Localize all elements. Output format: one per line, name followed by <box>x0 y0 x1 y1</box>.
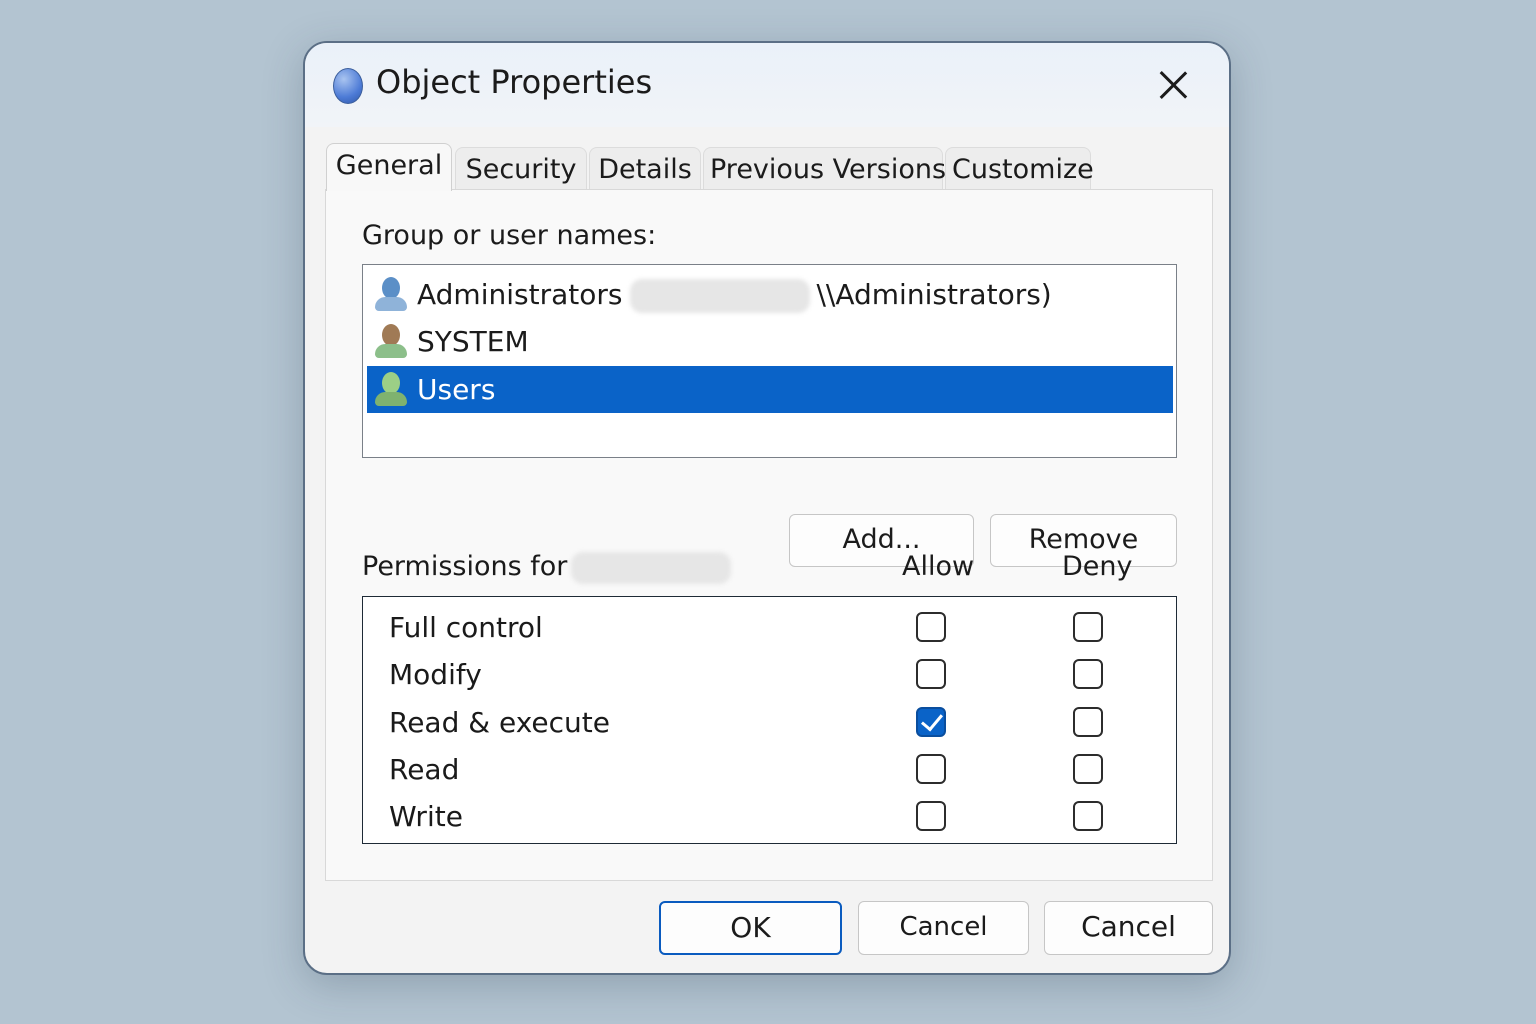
redacted-name <box>571 551 732 584</box>
permission-name: Modify <box>389 658 482 691</box>
deny-checkbox[interactable] <box>1073 707 1103 737</box>
list-item-system[interactable]: SYSTEM <box>367 318 1173 365</box>
tab-security[interactable]: Security <box>455 147 587 191</box>
system-user-icon <box>375 324 407 360</box>
table-row: Read & execute <box>363 699 1176 747</box>
tab-customize[interactable]: Customize <box>945 147 1094 191</box>
allow-checkbox[interactable] <box>916 659 946 689</box>
deny-checkbox[interactable] <box>1073 801 1103 831</box>
permission-name: Full control <box>389 611 543 644</box>
deny-checkbox[interactable] <box>1073 612 1103 642</box>
permission-name: Read & execute <box>389 706 611 739</box>
users-icon <box>375 372 407 408</box>
permission-name: Write <box>389 800 463 833</box>
permission-name: Read <box>389 753 460 786</box>
tab-previous-versions[interactable]: Previous Versions <box>703 147 946 191</box>
user-name: SYSTEM <box>417 325 529 358</box>
cancel-button-secondary[interactable]: Cancel <box>1044 901 1213 955</box>
table-row: Full control <box>363 604 1176 652</box>
cancel-button[interactable]: Cancel <box>858 901 1029 955</box>
redacted-domain <box>630 279 811 313</box>
list-item-users[interactable]: Users <box>367 366 1173 413</box>
table-row: Read <box>363 746 1176 794</box>
ok-button[interactable]: OK <box>659 901 842 955</box>
allow-checkbox-checked[interactable] <box>916 707 946 737</box>
properties-dialog: Object Properties General Security Detai… <box>303 41 1231 975</box>
deny-checkbox[interactable] <box>1073 659 1103 689</box>
tab-details[interactable]: Details <box>589 147 701 191</box>
table-row: Modify <box>363 651 1176 699</box>
user-list[interactable]: Administrators \\Administrators) SYSTEM U… <box>362 264 1177 458</box>
deny-header: Deny <box>1062 551 1133 582</box>
table-row: Write <box>363 793 1176 841</box>
app-orb-icon <box>333 68 363 104</box>
allow-header: Allow <box>902 551 975 582</box>
user-name: Users <box>417 373 496 406</box>
allow-checkbox[interactable] <box>916 801 946 831</box>
close-icon[interactable] <box>1151 63 1195 107</box>
user-name: Administrators \\Administrators) <box>417 278 1052 313</box>
allow-checkbox[interactable] <box>916 754 946 784</box>
group-user-label: Group or user names: <box>362 220 657 251</box>
title-bar: Object Properties <box>305 43 1229 127</box>
deny-checkbox[interactable] <box>1073 754 1103 784</box>
list-item-administrators[interactable]: Administrators \\Administrators) <box>367 271 1173 318</box>
window-title: Object Properties <box>376 63 653 101</box>
allow-checkbox[interactable] <box>916 612 946 642</box>
permissions-for-label: Permissions for <box>362 551 732 584</box>
user-group-icon <box>375 277 407 313</box>
tab-general[interactable]: General <box>326 143 452 191</box>
permissions-table: Full control Modify Read & execute Read … <box>362 596 1177 844</box>
